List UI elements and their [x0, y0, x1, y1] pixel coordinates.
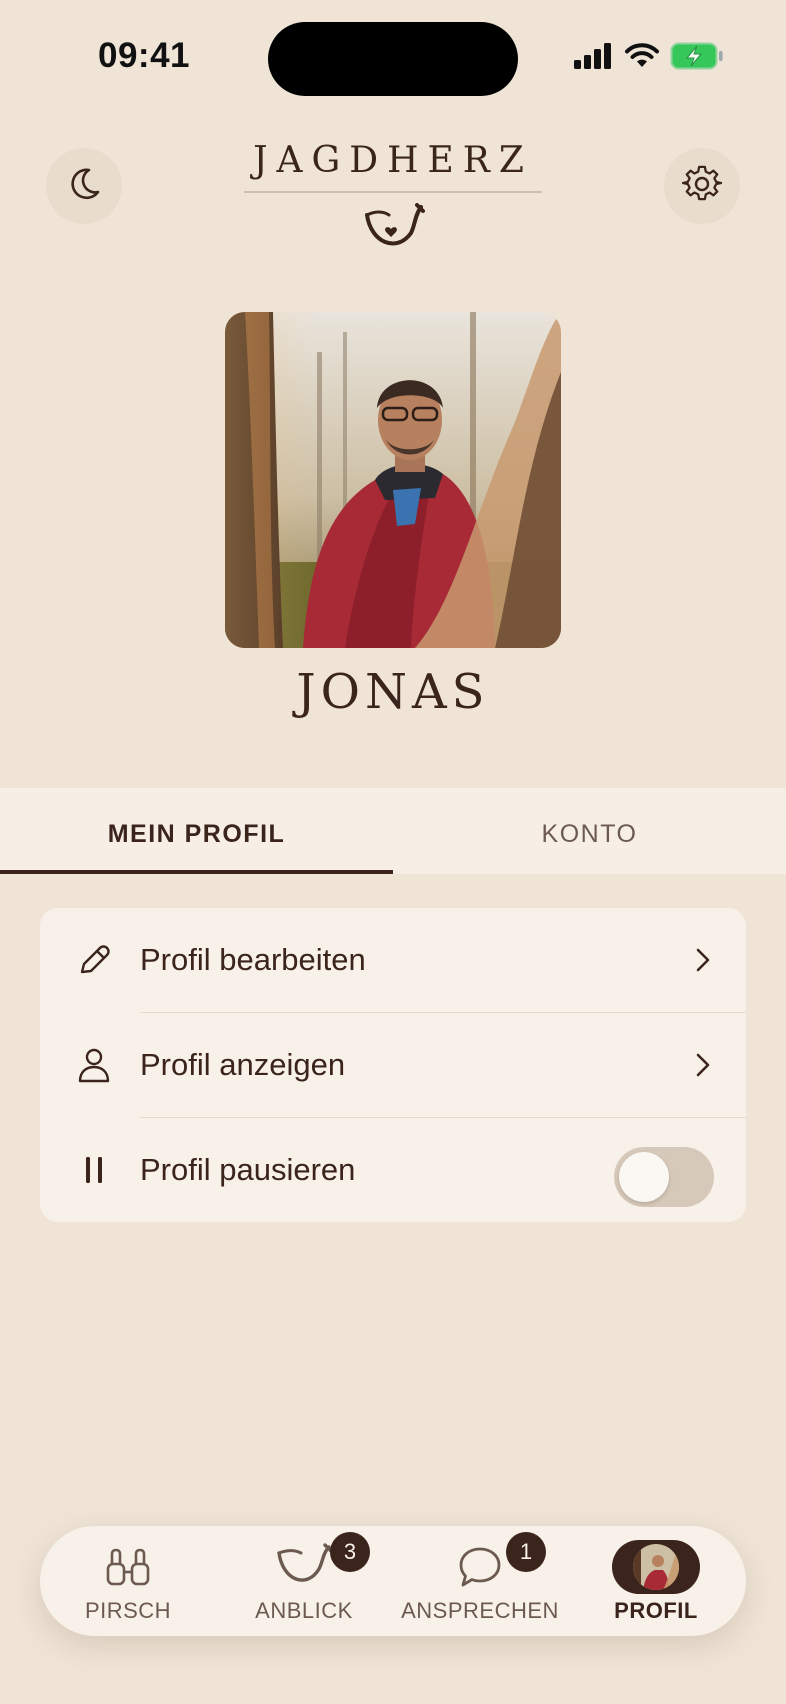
- nav-label: PROFIL: [614, 1598, 698, 1623]
- chevron-right-icon: [694, 946, 712, 974]
- toggle-knob: [619, 1152, 669, 1202]
- brand-title: JAGDHERZ: [244, 140, 542, 193]
- notification-badge: 3: [330, 1532, 370, 1572]
- avatar-image: [633, 1544, 679, 1590]
- profile-photo: [225, 312, 561, 648]
- person-icon: [74, 1045, 114, 1085]
- nav-label: PIRSCH: [84, 1598, 172, 1623]
- nav-profil[interactable]: PROFIL: [568, 1526, 744, 1636]
- pencil-icon: [74, 940, 114, 980]
- chevron-right-icon: [694, 1051, 712, 1079]
- pause-icon: [74, 1150, 114, 1190]
- horn-heart-icon: [244, 203, 542, 255]
- profile-tabs: MEIN PROFIL KONTO: [0, 788, 786, 874]
- tab-mein-profil[interactable]: MEIN PROFIL: [0, 788, 393, 874]
- profile-name: JONAS: [296, 664, 490, 720]
- signal-icon: [574, 42, 614, 74]
- menu-item-pause-profile: Profil pausieren: [40, 1118, 746, 1222]
- nav-label: ANSPRECHEN: [401, 1598, 559, 1623]
- pause-profile-toggle[interactable]: [614, 1147, 714, 1207]
- menu-item-view-profile[interactable]: Profil anzeigen: [40, 1013, 746, 1117]
- status-icons: [574, 42, 724, 74]
- status-time: 09:41: [98, 36, 191, 75]
- menu-item-edit-profile[interactable]: Profil bearbeiten: [40, 908, 746, 1012]
- status-bar: 09:41: [0, 0, 786, 110]
- menu-item-label: Profil pausieren: [140, 1152, 356, 1187]
- notification-badge: 1: [506, 1532, 546, 1572]
- menu-item-label: Profil bearbeiten: [140, 942, 366, 977]
- gear-icon: [681, 164, 723, 209]
- wifi-icon: [624, 42, 660, 74]
- profile-menu-card: Profil bearbeiten Profil anzeigen Profil…: [40, 908, 746, 1222]
- nav-anblick[interactable]: 3 ANBLICK: [216, 1526, 392, 1636]
- dark-mode-button[interactable]: [46, 148, 122, 224]
- battery-charging-icon: [670, 42, 724, 75]
- dynamic-island: [268, 22, 518, 96]
- moon-icon: [65, 165, 103, 208]
- settings-button[interactable]: [664, 148, 740, 224]
- brand-header: JAGDHERZ: [244, 140, 542, 255]
- avatar: [612, 1540, 700, 1594]
- bottom-tab-bar: PIRSCH 3 ANBLICK 1 ANSPRECHEN PROFIL: [40, 1526, 746, 1636]
- nav-label: ANBLICK: [255, 1598, 353, 1623]
- binoculars-icon: [40, 1542, 216, 1592]
- nav-ansprechen[interactable]: 1 ANSPRECHEN: [392, 1526, 568, 1636]
- menu-item-label: Profil anzeigen: [140, 1047, 346, 1082]
- nav-profil-icon-wrap: [568, 1540, 744, 1594]
- nav-pirsch[interactable]: PIRSCH: [40, 1526, 216, 1636]
- tab-konto[interactable]: KONTO: [393, 788, 786, 874]
